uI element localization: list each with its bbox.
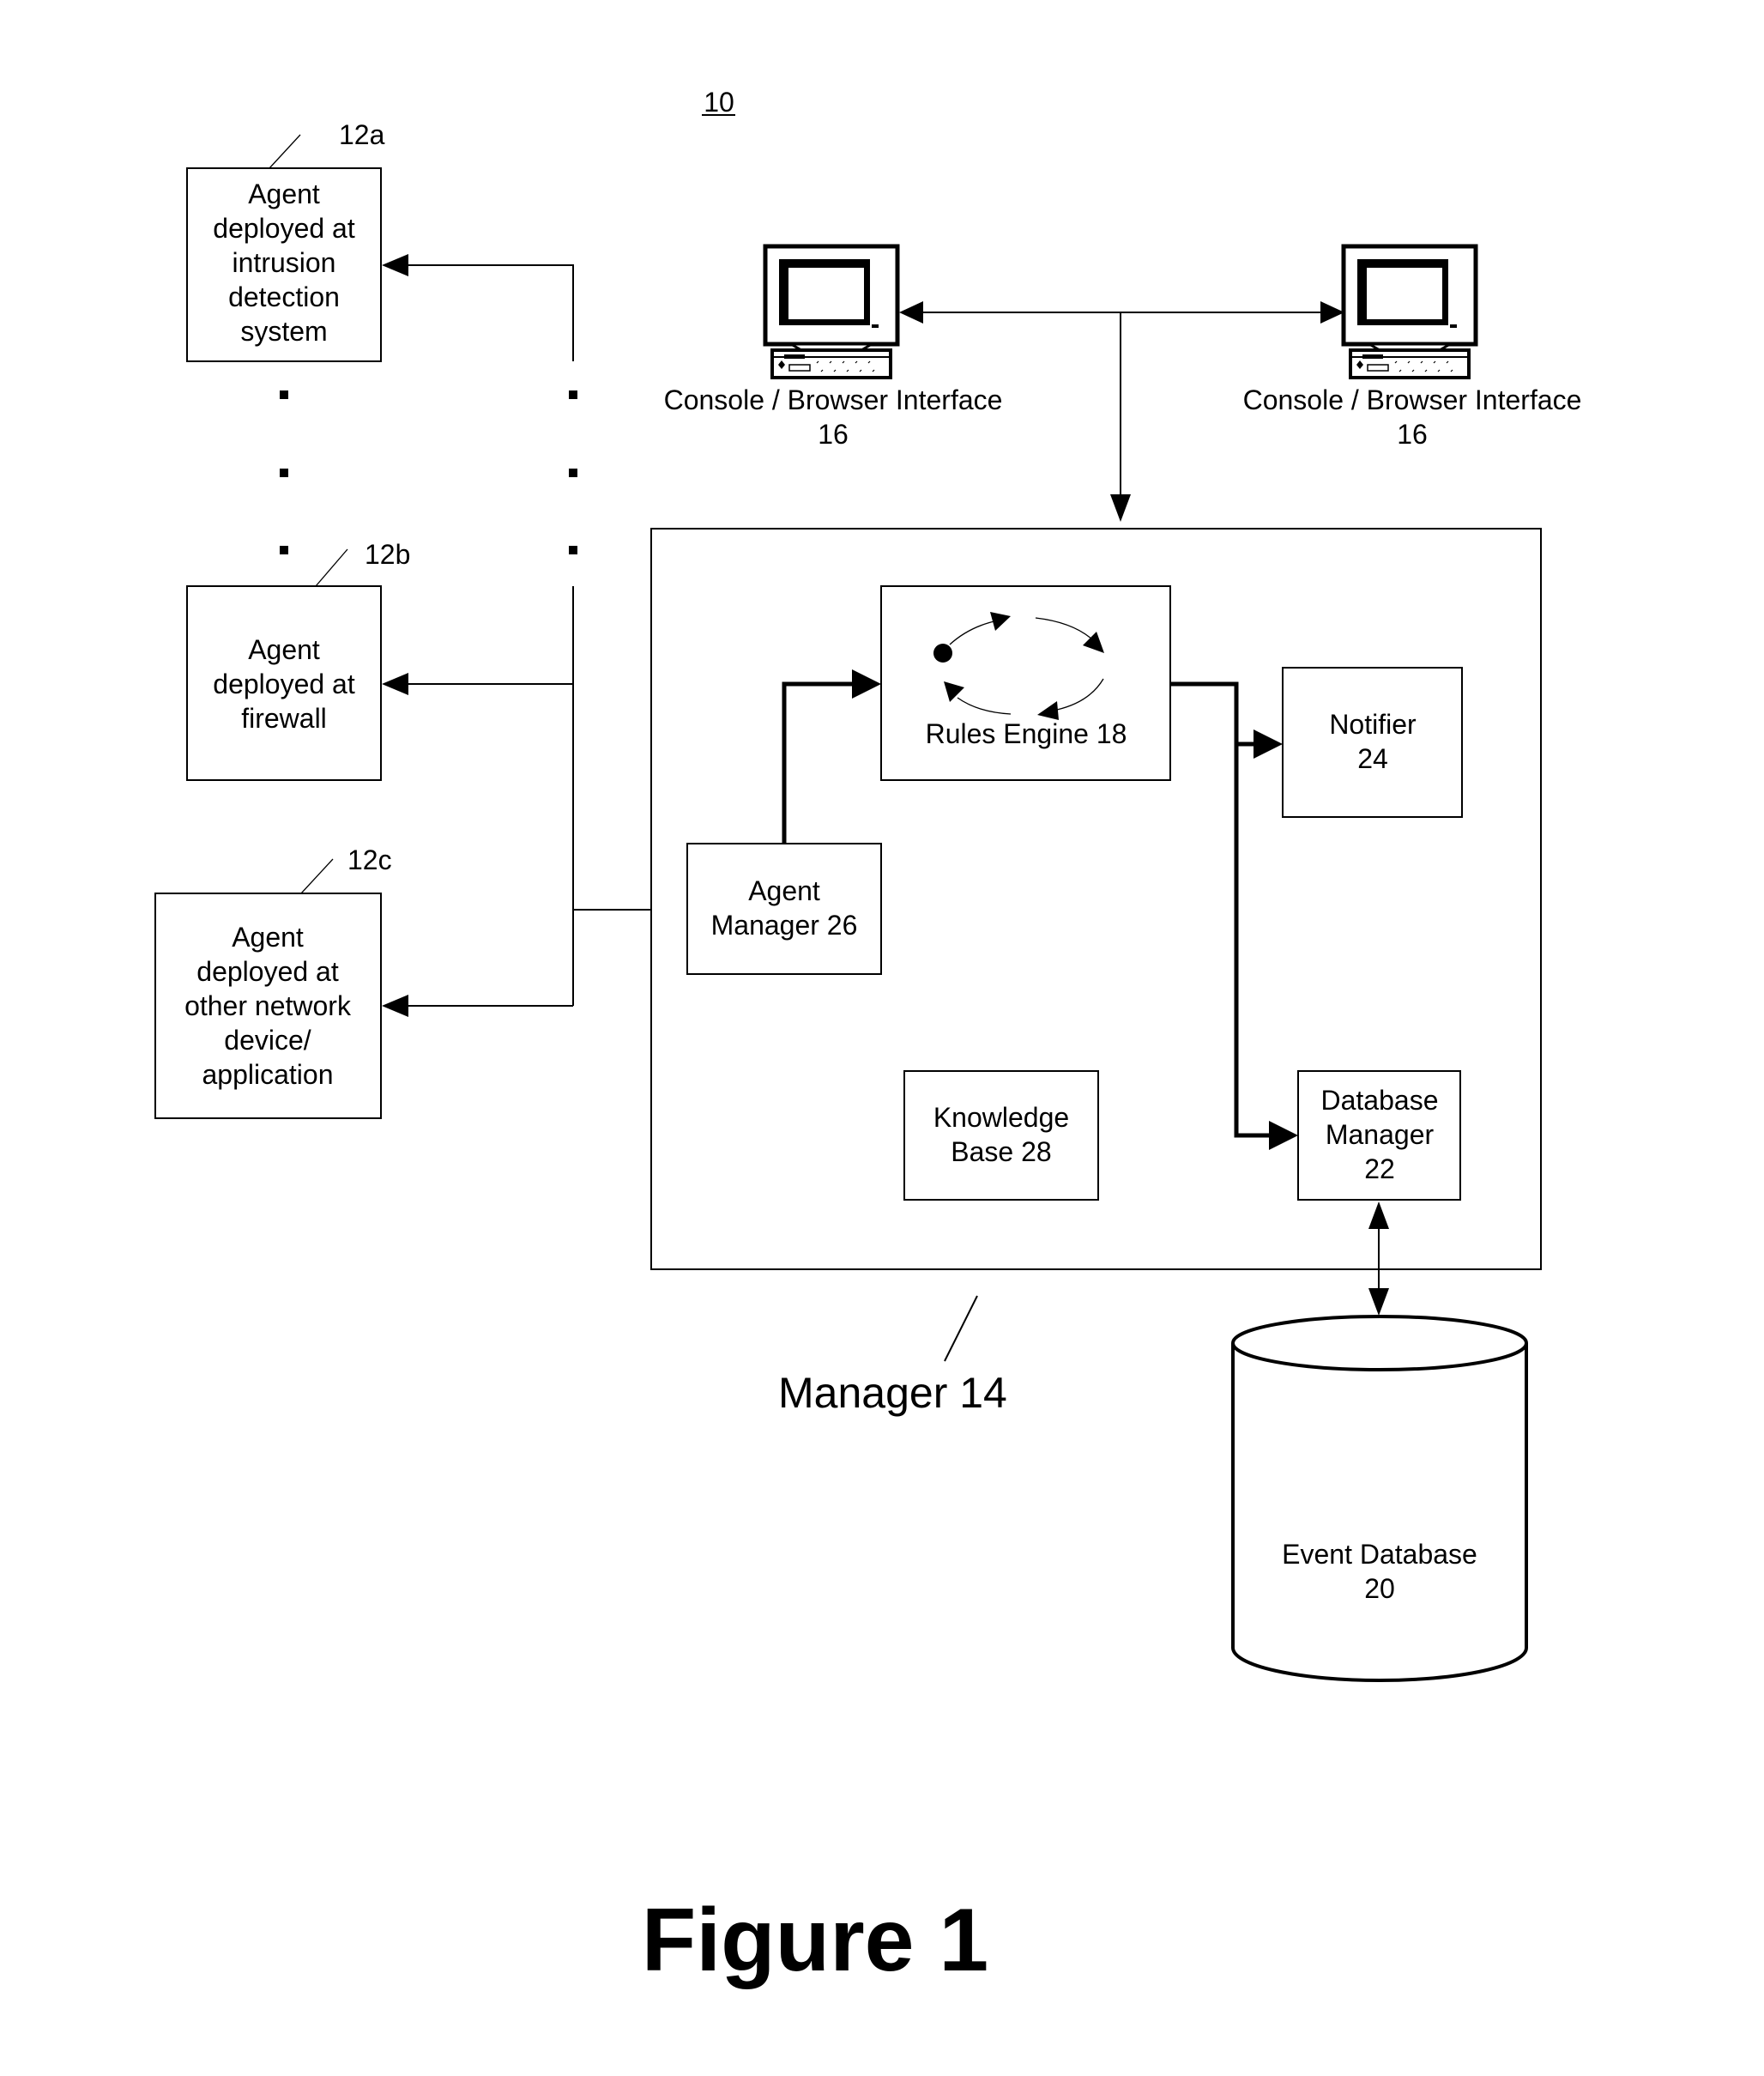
database-cylinder-icon: [1231, 1315, 1528, 1682]
arrowhead-left-icon: [382, 673, 408, 695]
knowledge-base-label-line: Base 28: [951, 1136, 1051, 1167]
ref-leader-line: [300, 858, 334, 894]
knowledge-base-box[interactable]: Knowledge Base 28: [903, 1070, 1099, 1201]
arrowhead-left-icon: [382, 254, 408, 276]
console-left[interactable]: Console / Browser Interface 16: [664, 244, 1003, 450]
agent-bus-connector: [382, 254, 687, 1017]
database-manager-label-line: Manager: [1326, 1119, 1435, 1150]
rules-engine-box[interactable]: Rules Engine 18: [880, 585, 1171, 781]
agent-label-line: system: [240, 316, 327, 347]
ellipsis-dots-bus: [569, 390, 577, 554]
event-database-label-line: 20: [1364, 1573, 1395, 1604]
agent-label-line: intrusion: [233, 247, 336, 278]
notifier-label-line: Notifier: [1329, 709, 1417, 740]
agent-box-12a: 12a Agent deployed at intrusion detectio…: [186, 119, 385, 362]
computer-icon: [763, 244, 900, 379]
agent-label-line: deployed at: [196, 956, 339, 987]
notifier-box[interactable]: Notifier 24: [1282, 667, 1463, 818]
agent-manager-box[interactable]: Agent Manager 26: [686, 843, 882, 975]
rules-engine-frame: [880, 585, 1171, 781]
agent-manager-label-line: Agent: [748, 875, 820, 906]
console-label: Console / Browser Interface: [1243, 384, 1582, 415]
agent-ref-label: 12c: [347, 844, 392, 875]
knowledge-base-frame: [903, 1070, 1099, 1201]
ref-leader-line: [269, 134, 301, 169]
ellipsis-dot: [280, 390, 288, 399]
ref-leader-line: [315, 548, 348, 587]
arrowhead-left-icon: [382, 995, 408, 1017]
agent-label-line: other network: [184, 990, 352, 1021]
agent-manager-frame: [686, 843, 882, 975]
agent-label-line: Agent: [248, 634, 320, 665]
agent-ref-label: 12b: [365, 539, 410, 570]
arrowhead-down-icon: [1368, 1288, 1389, 1316]
database-manager-label-line: 22: [1364, 1153, 1395, 1184]
ellipsis-dot: [569, 390, 577, 399]
agent-label-line: detection: [228, 281, 340, 312]
notifier-label-line: 24: [1357, 743, 1388, 774]
event-database[interactable]: Event Database 20: [1231, 1315, 1528, 1682]
agent-label-line: Agent: [232, 922, 304, 953]
console-label: Console / Browser Interface: [664, 384, 1003, 415]
ellipsis-dot: [569, 469, 577, 477]
agent-manager-label-line: Manager 26: [711, 910, 858, 941]
console-right[interactable]: Console / Browser Interface 16: [1243, 244, 1582, 450]
ellipsis-dot: [280, 546, 288, 554]
agent-ref-label: 12a: [339, 119, 385, 150]
database-manager-box[interactable]: Database Manager 22: [1297, 1070, 1461, 1201]
agent-box-12c: 12c Agent deployed at other network devi…: [154, 844, 392, 1119]
agent-box-12b: 12b Agent deployed at firewall: [186, 539, 410, 781]
figure-caption: Figure 1: [642, 1891, 989, 1990]
rules-engine-label: Rules Engine 18: [926, 718, 1127, 749]
agent-label-line: device/: [224, 1025, 311, 1056]
manager-label: Manager 14: [778, 1369, 1007, 1417]
agent-label-line: Agent: [248, 179, 320, 209]
arrowhead-right-icon: [1320, 301, 1344, 324]
console-ref: 16: [1397, 419, 1428, 450]
agent-label-line: firewall: [241, 703, 327, 734]
ellipsis-dots-agents: [280, 390, 288, 554]
arrowhead-down-icon: [1110, 494, 1131, 522]
manager-leader-line: [944, 1295, 978, 1362]
ellipsis-dot: [280, 469, 288, 477]
event-database-label-line: Event Database: [1282, 1539, 1477, 1570]
database-manager-label-line: Database: [1321, 1085, 1439, 1116]
connector-to-12a: [407, 264, 574, 361]
arrowhead-left-icon: [899, 301, 923, 324]
system-ref-label: 10: [704, 87, 734, 118]
notifier-frame: [1282, 667, 1463, 818]
agent-label-line: deployed at: [213, 213, 355, 244]
knowledge-base-label-line: Knowledge: [933, 1102, 1069, 1133]
ellipsis-dot: [569, 546, 577, 554]
computer-icon: [1341, 244, 1478, 379]
console-ref: 16: [818, 419, 849, 450]
system-diagram: 10 12a Agent deployed at intrusion detec…: [154, 87, 1582, 1990]
agent-label-line: application: [202, 1059, 334, 1090]
agent-label-line: deployed at: [213, 669, 355, 699]
